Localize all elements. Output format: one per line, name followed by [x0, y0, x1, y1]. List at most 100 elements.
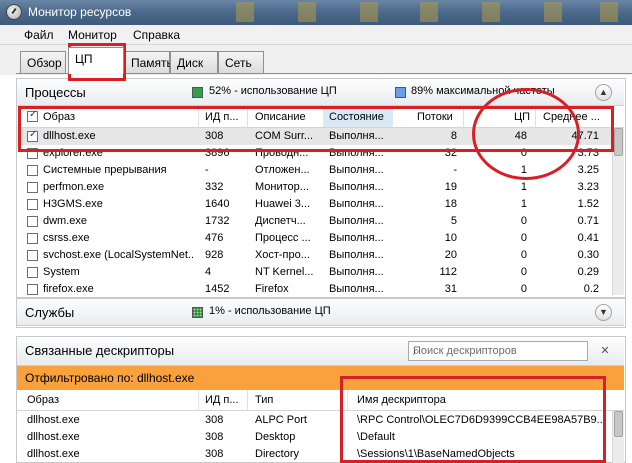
handle-pid: 308 [205, 448, 224, 460]
handle-row[interactable]: dllhost.exe 308 Directory \Sessions\1\BaseN… [17, 446, 612, 463]
handle-image: dllhost.exe [27, 448, 80, 460]
column-separator [198, 390, 199, 410]
process-checkbox[interactable] [27, 284, 38, 295]
handle-pid: 308 [205, 431, 224, 443]
menu-help[interactable]: Справка [133, 28, 180, 42]
process-pid: 4 [205, 266, 212, 278]
process-image: dllhost.exe [43, 130, 96, 142]
handle-type: Directory [255, 448, 300, 460]
process-image: System [43, 266, 80, 278]
handles-search-input[interactable]: Поиск дескрипторов ⌕ [408, 341, 588, 361]
process-checkbox[interactable] [27, 148, 38, 159]
handles-scrollbar[interactable] [612, 411, 624, 463]
process-average: 1.52 [577, 198, 599, 210]
process-row[interactable]: csrss.exe 476 Процесс ... Выполня... 10 0 0.41 [17, 230, 612, 247]
process-threads: 32 [444, 147, 457, 159]
col-description[interactable]: Описание [255, 111, 306, 123]
menu-bar: Файл Монитор Справка [0, 25, 632, 45]
process-state: Выполня... [329, 283, 384, 295]
process-checkbox[interactable] [27, 129, 38, 142]
handle-row[interactable]: dllhost.exe 308 Desktop \Default [17, 429, 612, 446]
process-threads: 112 [439, 266, 457, 278]
process-checkbox[interactable] [27, 199, 38, 210]
process-row[interactable]: firefox.exe 1452 Firefox Выполня... 31 0 0.2 [17, 281, 612, 298]
process-row[interactable]: System 4 NT Kernel... Выполня... 112 0 0.29 [17, 264, 612, 281]
process-threads: 18 [444, 198, 457, 210]
col-average[interactable]: Среднее ... [543, 111, 600, 123]
handles-column-header: Образ ИД п... Тип Имя дескриптора [17, 390, 624, 411]
services-cpu-swatch [192, 307, 203, 318]
process-cpu: 0 [520, 283, 527, 295]
process-state: Выполня... [329, 198, 384, 210]
process-checkbox[interactable] [27, 233, 38, 244]
title-bar: Монитор ресурсов [0, 0, 632, 25]
process-cpu: 0 [520, 215, 527, 227]
handle-type: ALPC Port [255, 414, 307, 426]
tab-cpu[interactable]: ЦП [68, 47, 124, 74]
chevron-down-icon[interactable]: ▼ [595, 304, 612, 321]
process-state: Выполня... [329, 164, 384, 176]
col-cpu[interactable]: ЦП [514, 111, 530, 123]
taskbar-thumbnail-strip [298, 2, 316, 22]
column-separator [247, 107, 248, 127]
col-handle-pid[interactable]: ИД п... [205, 394, 239, 406]
taskbar-thumbnail-strip [420, 2, 438, 22]
handle-row[interactable]: dllhost.exe 308 ALPC Port \RPC Control\OLEC… [17, 412, 612, 429]
menu-monitor[interactable]: Монитор [68, 28, 117, 42]
handle-name: \RPC Control\OLEC7D6D9399CCB4EE98A57B9..… [357, 414, 606, 426]
process-row[interactable]: svchost.exe (LocalSystemNet... 928 Хост-пр… [17, 247, 612, 264]
process-cpu: 1 [520, 198, 527, 210]
process-pid: 3896 [205, 147, 230, 159]
handles-scroll-thumb[interactable] [614, 411, 623, 437]
col-handle-image[interactable]: Образ [27, 394, 59, 406]
processes-scrollbar[interactable] [612, 128, 624, 295]
process-checkbox[interactable] [27, 165, 38, 176]
col-handle-type[interactable]: Тип [255, 394, 273, 406]
tab-memory[interactable]: Память [124, 51, 173, 73]
col-pid[interactable]: ИД п... [205, 111, 239, 123]
process-image: csrss.exe [43, 232, 90, 244]
process-description: Firefox [255, 283, 289, 295]
handles-table: Образ ИД п... Тип Имя дескриптора dllhos… [17, 390, 624, 463]
process-checkbox[interactable] [27, 267, 38, 278]
handles-title: Связанные дескрипторы [25, 343, 175, 358]
chevron-up-icon[interactable]: ▲ [595, 84, 612, 101]
process-row[interactable]: dwm.exe 1732 Диспетч... Выполня... 5 0 0.71 [17, 213, 612, 230]
process-cpu: 0 [520, 266, 527, 278]
processes-scroll-thumb[interactable] [614, 128, 623, 156]
process-description: Монитор... [255, 181, 309, 193]
process-checkbox[interactable] [27, 216, 38, 227]
process-row[interactable]: perfmon.exe 332 Монитор... Выполня... 19 1 3.2… [17, 179, 612, 196]
process-image: perfmon.exe [43, 181, 105, 193]
tab-overview[interactable]: Обзор [20, 51, 66, 73]
process-checkbox[interactable] [27, 250, 38, 261]
processes-header[interactable]: Процессы 52% - использование ЦП 89% макс… [17, 79, 624, 106]
process-row[interactable]: dllhost.exe 308 COM Surr... Выполня... 8 48 47… [17, 128, 612, 145]
col-handle-name[interactable]: Имя дескриптора [357, 394, 446, 406]
process-row[interactable]: Системные прерывания - Отложен... Выполня..… [17, 162, 612, 179]
process-threads: 20 [444, 249, 457, 261]
col-image[interactable]: Образ [43, 111, 75, 123]
tab-disk[interactable]: Диск [170, 51, 218, 73]
tab-strip: Обзор ЦП Память Диск Сеть [0, 45, 632, 75]
process-state: Выполня... [329, 130, 384, 142]
taskbar-thumbnail-strip [544, 2, 562, 22]
col-threads[interactable]: Потоки [417, 111, 453, 123]
col-state[interactable]: Состояние [323, 107, 393, 127]
select-all-checkbox[interactable] [27, 109, 38, 122]
clear-search-icon[interactable]: ✕ [596, 342, 614, 360]
tab-network[interactable]: Сеть [218, 51, 264, 73]
filter-bar: Отфильтровано по: dllhost.exe [17, 366, 624, 390]
process-row[interactable]: H3GMS.exe 1640 Huawei 3... Выполня... 18 1 1.5… [17, 196, 612, 213]
process-pid: 308 [205, 130, 224, 142]
process-image: explorer.exe [43, 147, 103, 159]
process-threads: 8 [450, 130, 457, 142]
process-checkbox[interactable] [27, 182, 38, 193]
process-cpu: 1 [520, 164, 527, 176]
menu-file[interactable]: Файл [24, 28, 54, 42]
services-header[interactable]: Службы 1% - использование ЦП ▼ [17, 299, 624, 326]
search-icon[interactable]: ⌕ [413, 344, 583, 359]
process-state: Выполня... [329, 266, 384, 278]
column-separator [347, 390, 348, 410]
process-row[interactable]: explorer.exe 3896 Проводн... Выполня... 32 0 3… [17, 145, 612, 162]
